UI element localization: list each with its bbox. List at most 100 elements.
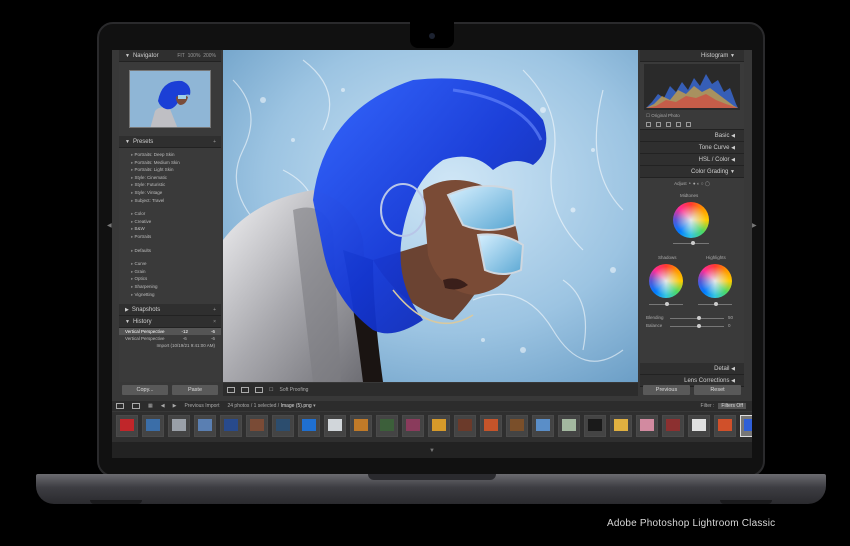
mask-tool-icon[interactable] — [676, 122, 681, 127]
preset-item[interactable]: Style: Cinematic — [119, 174, 221, 182]
balance-slider[interactable] — [670, 324, 724, 328]
midtones-color-wheel[interactable] — [673, 202, 709, 238]
presets-header[interactable]: ▼ Presets + — [119, 136, 221, 148]
red-eye-tool-icon[interactable] — [666, 122, 671, 127]
survey-view-icon[interactable] — [255, 386, 263, 393]
film-thumbnail[interactable] — [428, 415, 450, 437]
preset-item[interactable]: Style: Futuristic — [119, 181, 221, 189]
histogram-header[interactable]: Histogram ▼ — [640, 50, 744, 62]
shadows-mode-icon[interactable]: ● — [693, 181, 696, 186]
preset-group[interactable]: Optics — [119, 275, 221, 283]
crop-tool-icon[interactable] — [646, 122, 651, 127]
film-thumbnail[interactable] — [636, 415, 658, 437]
preset-group[interactable]: B&W — [119, 225, 221, 233]
source-label[interactable]: Previous Import — [184, 403, 219, 409]
film-thumbnail[interactable] — [662, 415, 684, 437]
preset-group[interactable]: Color — [119, 210, 221, 218]
loupe-view-icon[interactable] — [227, 386, 235, 393]
history-header[interactable]: ▼ History × — [119, 316, 221, 329]
reset-button[interactable]: Reset — [694, 385, 741, 395]
preset-group[interactable]: Defaults — [119, 247, 221, 255]
forward-arrow-icon[interactable]: ▶ — [173, 403, 177, 409]
preset-item[interactable]: Subject: Travel — [119, 197, 221, 205]
film-thumbnail[interactable] — [454, 415, 476, 437]
film-thumbnail[interactable] — [246, 415, 268, 437]
zoom-fit[interactable]: FIT — [177, 53, 185, 59]
film-thumbnail[interactable] — [584, 415, 606, 437]
midtones-mode-icon[interactable]: ◐ — [697, 181, 700, 186]
secondary-window-icon[interactable] — [132, 403, 140, 409]
balance-value[interactable]: 0 — [728, 323, 731, 328]
right-panel-toggle-icon[interactable]: ▶ — [752, 222, 757, 229]
preset-item[interactable]: Style: Vintage — [119, 189, 221, 197]
film-thumbnail[interactable] — [688, 415, 710, 437]
tone-curve-header[interactable]: Tone Curve ◀ — [640, 142, 744, 154]
highlights-color-wheel[interactable] — [698, 264, 732, 298]
film-thumbnail[interactable] — [194, 415, 216, 437]
history-row[interactable]: Vertical Perspective -12 -6 — [119, 328, 221, 336]
film-thumbnail[interactable] — [714, 415, 736, 437]
film-thumbnail[interactable] — [610, 415, 632, 437]
filters-off-dropdown[interactable]: Filters Off — [718, 403, 746, 409]
hsl-header[interactable]: HSL / Color ◀ — [640, 154, 744, 166]
zoom-100[interactable]: 100% — [188, 53, 201, 59]
history-row[interactable]: Import (10/19/21 9:41:00 AM) — [119, 342, 221, 349]
primary-window-icon[interactable] — [116, 403, 124, 409]
film-thumbnail[interactable] — [220, 415, 242, 437]
original-photo-checkbox[interactable]: ☐ Original Photo — [640, 112, 744, 120]
snapshots-header[interactable]: ▶ Snapshots + — [119, 304, 221, 317]
paste-button[interactable]: Paste — [172, 385, 218, 395]
shadows-luminance-slider[interactable] — [649, 302, 683, 306]
add-preset-icon[interactable]: + — [213, 136, 216, 148]
film-thumbnail-selected[interactable] — [740, 415, 752, 437]
film-thumbnail[interactable] — [402, 415, 424, 437]
compare-view-icon[interactable] — [241, 386, 249, 393]
highlights-mode-icon[interactable]: ○ — [701, 181, 704, 186]
navigator-preview[interactable] — [129, 70, 211, 128]
film-thumbnail[interactable] — [272, 415, 294, 437]
preset-group[interactable]: Portraits — [119, 233, 221, 241]
history-row[interactable]: Vertical Perspective -6 -6 — [119, 335, 221, 342]
blending-slider[interactable] — [670, 316, 724, 320]
brush-tool-icon[interactable] — [686, 122, 691, 127]
zoom-200[interactable]: 200% — [203, 53, 216, 59]
film-thumbnail[interactable] — [506, 415, 528, 437]
copy-button[interactable]: Copy... — [122, 385, 168, 395]
preset-group[interactable]: Creative — [119, 218, 221, 226]
color-grading-header[interactable]: Color Grading ▼ — [640, 166, 744, 178]
soft-proofing-checkbox[interactable]: ☐ — [269, 387, 273, 393]
highlights-luminance-slider[interactable] — [698, 302, 732, 306]
detail-header[interactable]: Detail ◀ — [640, 363, 744, 375]
film-thumbnail[interactable] — [480, 415, 502, 437]
film-thumbnail[interactable] — [116, 415, 138, 437]
preset-group[interactable]: Grain — [119, 268, 221, 276]
film-thumbnail[interactable] — [558, 415, 580, 437]
preset-item[interactable]: Portraits: Light Skin — [119, 166, 221, 174]
back-arrow-icon[interactable]: ◀ — [161, 403, 165, 409]
grid-icon[interactable]: ▦ — [148, 403, 153, 409]
filmstrip-toggle-icon[interactable]: ▼ — [429, 448, 435, 454]
midtones-luminance-slider[interactable] — [673, 241, 709, 245]
film-thumbnail[interactable] — [532, 415, 554, 437]
preset-group[interactable]: Vignetting — [119, 291, 221, 299]
previous-button[interactable]: Previous — [643, 385, 690, 395]
blending-value[interactable]: 50 — [728, 315, 733, 320]
three-way-icon[interactable]: ⚬ — [688, 181, 692, 186]
clear-history-icon[interactable]: × — [213, 316, 216, 328]
add-snapshot-icon[interactable]: + — [213, 304, 216, 316]
film-thumbnail[interactable] — [168, 415, 190, 437]
navigator-header[interactable]: ▼ Navigator FIT 100% 200% — [119, 50, 221, 62]
basic-header[interactable]: Basic ◀ — [640, 130, 744, 142]
film-thumbnail[interactable] — [350, 415, 372, 437]
film-thumbnail[interactable] — [142, 415, 164, 437]
heal-tool-icon[interactable] — [656, 122, 661, 127]
shadows-color-wheel[interactable] — [649, 264, 683, 298]
global-mode-icon[interactable]: ◯ — [705, 181, 710, 186]
preset-group[interactable]: Curve — [119, 260, 221, 268]
preset-item[interactable]: Portraits: Deep Skin — [119, 151, 221, 159]
film-thumbnail[interactable] — [376, 415, 398, 437]
film-thumbnail[interactable] — [324, 415, 346, 437]
preset-item[interactable]: Portraits: Medium Skin — [119, 159, 221, 167]
preset-group[interactable]: Sharpening — [119, 283, 221, 291]
film-thumbnail[interactable] — [298, 415, 320, 437]
